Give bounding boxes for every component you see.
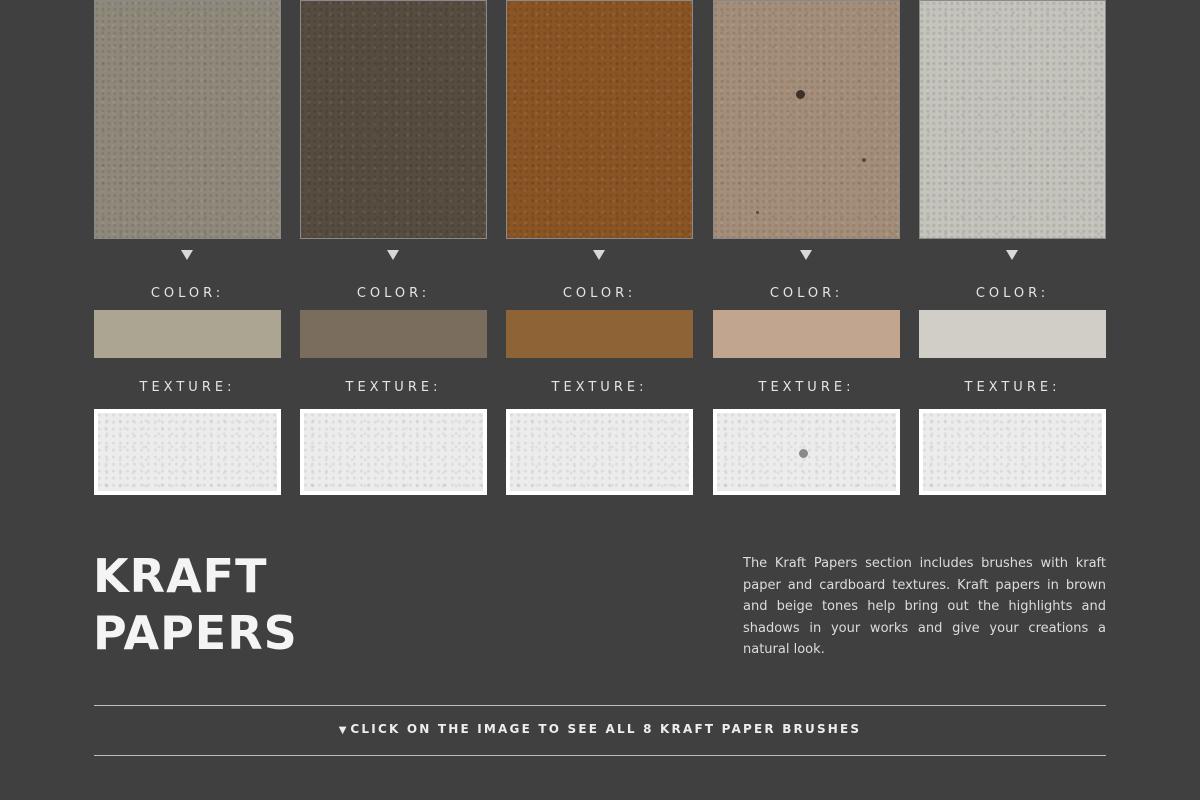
paper-sample-image[interactable] bbox=[300, 0, 487, 239]
color-swatch bbox=[300, 310, 487, 358]
texture-label: TEXTURE: bbox=[345, 380, 442, 395]
paper-sample-image[interactable] bbox=[94, 0, 281, 239]
color-swatch bbox=[506, 310, 693, 358]
color-label: COLOR: bbox=[356, 286, 431, 301]
paper-sample-image[interactable] bbox=[506, 0, 693, 239]
texture-label: TEXTURE: bbox=[758, 380, 855, 395]
texture-label: TEXTURE: bbox=[139, 380, 236, 395]
see-all-brushes-text: CLICK ON THE IMAGE TO SEE ALL 8 KRAFT PA… bbox=[350, 722, 862, 736]
texture-preview bbox=[506, 409, 693, 495]
paper-sample-image[interactable] bbox=[713, 0, 900, 239]
section-description: The Kraft Papers section includes brushe… bbox=[743, 556, 1106, 657]
section-title: KRAFT PAPERS bbox=[93, 548, 298, 662]
color-label: COLOR: bbox=[562, 286, 637, 301]
see-all-brushes-link[interactable]: ▼ CLICK ON THE IMAGE TO SEE ALL 8 KRAFT P… bbox=[94, 722, 1106, 736]
texture-preview bbox=[919, 409, 1106, 495]
color-label: COLOR: bbox=[150, 286, 225, 301]
color-swatch bbox=[919, 310, 1106, 358]
texture-preview bbox=[94, 409, 281, 495]
color-swatch bbox=[94, 310, 281, 358]
fiber-speck bbox=[796, 90, 805, 99]
paper-sample-image[interactable] bbox=[919, 0, 1106, 239]
section-title-line-2: PAPERS bbox=[93, 606, 298, 660]
down-arrow-icon bbox=[800, 250, 812, 260]
texture-preview bbox=[300, 409, 487, 495]
down-arrow-icon bbox=[387, 250, 399, 260]
color-swatch bbox=[713, 310, 900, 358]
texture-label: TEXTURE: bbox=[964, 380, 1061, 395]
color-label: COLOR: bbox=[975, 286, 1050, 301]
divider-bottom bbox=[94, 755, 1106, 756]
triangle-down-icon: ▼ bbox=[338, 725, 347, 736]
fiber-speck bbox=[756, 211, 759, 214]
texture-preview bbox=[713, 409, 900, 495]
color-label: COLOR: bbox=[769, 286, 844, 301]
down-arrow-icon bbox=[593, 250, 605, 260]
texture-speck bbox=[799, 449, 808, 458]
down-arrow-icon bbox=[1006, 250, 1018, 260]
texture-label: TEXTURE: bbox=[551, 380, 648, 395]
section-title-line-1: KRAFT bbox=[93, 549, 268, 603]
divider-top bbox=[94, 705, 1106, 706]
fiber-speck bbox=[862, 158, 866, 162]
down-arrow-icon bbox=[181, 250, 193, 260]
